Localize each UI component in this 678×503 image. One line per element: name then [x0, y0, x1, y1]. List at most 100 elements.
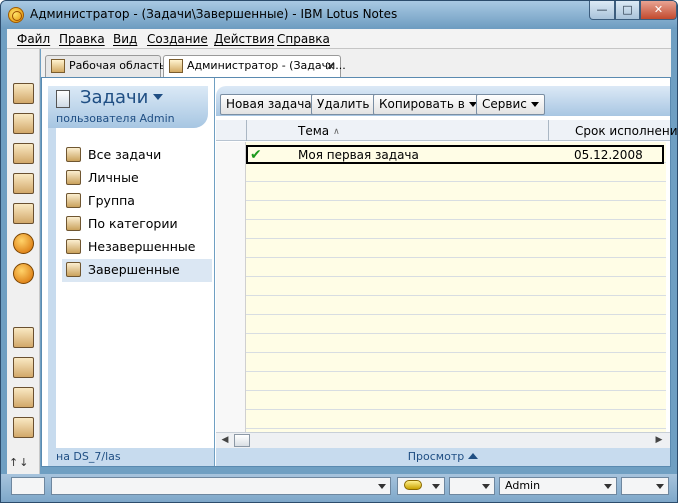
category-icon [66, 216, 81, 231]
grid-line [246, 352, 666, 353]
calendar-bookmark-icon[interactable] [13, 113, 34, 134]
network-field[interactable] [449, 477, 495, 495]
view-item-group[interactable]: Группа [62, 190, 212, 213]
contacts-bookmark-icon[interactable] [13, 143, 34, 164]
window-tabs: Рабочая область Администратор - (Задачи.… [41, 49, 671, 78]
tab-administrator[interactable]: Администратор - (Задачи... × [163, 55, 346, 78]
web-bookmark-icon[interactable] [13, 233, 34, 254]
group-icon [66, 193, 81, 208]
view-item-label: По категории [88, 216, 178, 231]
column-divider[interactable] [246, 120, 247, 141]
mail-bookmark-icon[interactable] [13, 83, 34, 104]
more-bookmarks-icon[interactable] [13, 387, 34, 408]
grid-line [246, 276, 666, 277]
menu-file[interactable]: Файл [17, 32, 50, 46]
grid-line [246, 390, 666, 391]
delete-button[interactable]: Удалить [311, 94, 376, 115]
view-navigator: Задачи пользователя Admin Все задачи Лич… [42, 78, 215, 466]
column-headers: Тема ∧ Срок исполнени [216, 120, 677, 141]
column-header-due[interactable]: Срок исполнени [575, 124, 677, 138]
menu-help[interactable]: Справка [277, 32, 330, 46]
grid-line [246, 409, 666, 410]
menu-view[interactable]: Вид [113, 32, 137, 46]
close-tab-icon[interactable]: × [325, 57, 336, 77]
scroll-thumb[interactable] [234, 434, 250, 447]
tab-label: Администратор - (Задачи... [187, 59, 346, 72]
view-item-incomplete[interactable]: Незавершенные [62, 236, 212, 259]
status-indicator[interactable] [11, 477, 45, 495]
grid-line [246, 428, 666, 429]
navigator-footer[interactable]: на DS_7/las [48, 448, 214, 466]
status-message-field[interactable] [51, 477, 391, 495]
navigator-title: Задачи [80, 87, 149, 108]
grid-line [246, 219, 666, 220]
action-bar: Новая задача Удалить Копировать в Сервис [216, 86, 670, 116]
menu-actions[interactable]: Действия [214, 32, 274, 46]
workspace-bookmark-icon[interactable] [13, 263, 34, 284]
tasks-tab-icon [169, 59, 183, 73]
person-icon [66, 170, 81, 185]
view-item-completed[interactable]: Завершенные [62, 259, 212, 282]
navigator-dropdown-icon[interactable] [153, 94, 163, 100]
column-header-subject[interactable]: Тема ∧ [298, 124, 340, 138]
new-task-button[interactable]: Новая задача [220, 94, 318, 115]
grid-line [246, 200, 666, 201]
location-field[interactable]: Admin [499, 477, 617, 495]
maximize-button[interactable]: □ [615, 1, 640, 20]
incomplete-icon [66, 239, 81, 254]
column-header-subject-label: Тема [298, 124, 330, 138]
menu-bar: Файл Правка Вид Создание Действия Справк… [7, 29, 671, 49]
favorites-bookmark-icon[interactable] [13, 327, 34, 348]
preview-label: Просмотр [407, 450, 465, 463]
copy-to-button[interactable]: Копировать в [373, 94, 483, 115]
bookmark-scroll-arrows-icon[interactable]: ↑↓ [9, 456, 29, 469]
column-divider[interactable] [548, 120, 549, 141]
all-tasks-icon [66, 147, 81, 162]
lotus-notes-logo-icon[interactable] [8, 7, 24, 23]
navigator-subtitle: пользователя Admin [56, 112, 175, 125]
selection-margin[interactable] [216, 142, 246, 432]
preview-toggle[interactable]: Просмотр [216, 448, 670, 466]
completed-icon [66, 262, 81, 277]
chevron-down-icon [656, 484, 664, 489]
cell-subject: Моя первая задача [298, 148, 419, 162]
minimize-button[interactable]: — [589, 1, 615, 20]
chevron-down-icon [378, 484, 386, 489]
scroll-right-icon[interactable]: ▶ [652, 434, 666, 448]
title-bar[interactable]: Администратор - (Задачи\Завершенные) - I… [1, 1, 677, 29]
navigator-header[interactable]: Задачи пользователя Admin [48, 86, 208, 128]
horizontal-scrollbar[interactable]: ◀ ▶ [216, 432, 670, 448]
security-field[interactable] [397, 477, 445, 495]
table-row[interactable]: ✔ Моя первая задача 05.12.2008 [246, 145, 664, 164]
tab-workspace[interactable]: Рабочая область [45, 55, 165, 77]
view-item-label: Группа [88, 193, 135, 208]
view-item-all-tasks[interactable]: Все задачи [62, 144, 212, 167]
view-item-by-category[interactable]: По категории [62, 213, 212, 236]
chevron-down-icon [482, 484, 490, 489]
grid-line [246, 257, 666, 258]
view-item-personal[interactable]: Личные [62, 167, 212, 190]
grid-line [246, 371, 666, 372]
view-item-label: Завершенные [88, 262, 180, 277]
window-title: Администратор - (Задачи\Завершенные) - I… [30, 7, 398, 21]
tools-button[interactable]: Сервис [476, 94, 545, 115]
menu-edit[interactable]: Правка [59, 32, 105, 46]
view-item-label: Личные [88, 170, 139, 185]
replicator-bookmark-icon[interactable] [13, 203, 34, 224]
copy-to-label: Копировать в [379, 97, 465, 111]
databases-bookmark-icon[interactable] [13, 357, 34, 378]
status-bar: Admin [1, 474, 677, 502]
todo-bookmark-icon[interactable] [13, 173, 34, 194]
close-window-button[interactable]: ✕ [640, 1, 677, 20]
cell-due-date: 05.12.2008 [574, 148, 643, 162]
scroll-left-icon[interactable]: ◀ [218, 434, 232, 448]
sort-ascending-icon[interactable]: ∧ [333, 127, 340, 137]
chevron-down-icon [530, 102, 539, 107]
mail-status-field[interactable] [621, 477, 669, 495]
grid-line [246, 238, 666, 239]
menu-create[interactable]: Создание [147, 32, 208, 46]
task-grid [246, 142, 666, 432]
content-frame: Задачи пользователя Admin Все задачи Лич… [41, 77, 677, 467]
key-icon [404, 480, 422, 490]
history-bookmark-icon[interactable] [13, 417, 34, 438]
